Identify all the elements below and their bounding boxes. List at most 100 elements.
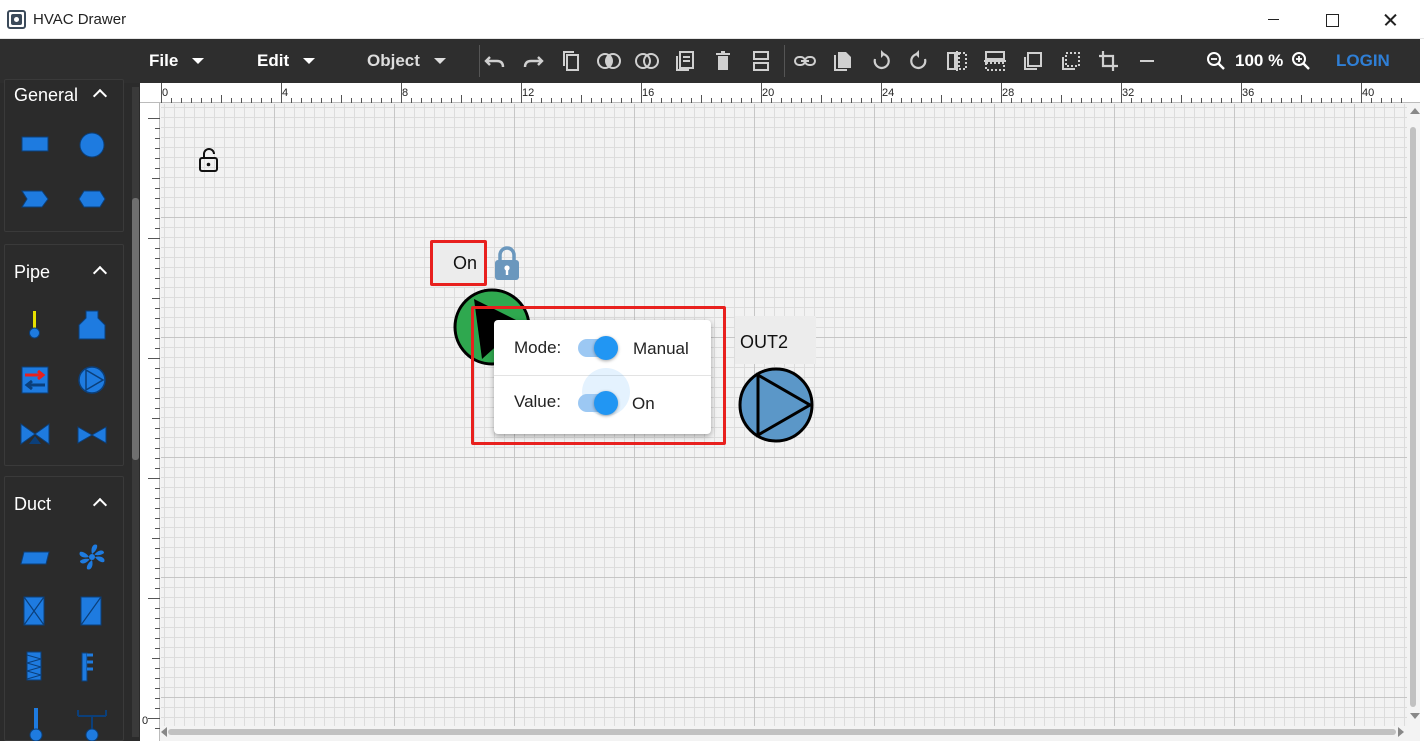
shape-library-sidebar: General Pipe Duct [0, 79, 140, 741]
duct-segment-icon[interactable] [20, 551, 50, 570]
heat-exchanger-icon[interactable] [21, 366, 49, 399]
send-back-icon[interactable] [1058, 49, 1084, 73]
menu-edit-label: Edit [257, 51, 290, 70]
locked-padlock-icon[interactable] [492, 244, 522, 287]
intersect-icon[interactable] [634, 49, 660, 73]
login-link[interactable]: LOGIN [1336, 39, 1390, 83]
ruler-label: 28 [1002, 87, 1015, 99]
pump-shape-icon[interactable] [77, 365, 107, 400]
ruler-label: 8 [402, 87, 409, 99]
chevron-up-icon[interactable] [92, 88, 108, 104]
menu-file[interactable]: File [149, 39, 205, 83]
chevron-down-icon [192, 58, 205, 64]
louver-shape-icon[interactable] [81, 652, 105, 687]
delete-icon[interactable] [710, 49, 736, 73]
toolbar-divider [479, 45, 480, 77]
scroll-left-arrow-icon[interactable] [161, 727, 167, 737]
undo-icon[interactable] [482, 49, 508, 73]
filter-shape-icon[interactable] [23, 596, 45, 631]
toolbar: File Edit Object 100 % LOGIN [0, 39, 1420, 83]
mode-value: Manual [633, 339, 689, 358]
sidebar-scrollbar-thumb[interactable] [132, 198, 139, 460]
valve-shape-icon[interactable] [20, 422, 50, 451]
panel-general: General [4, 79, 124, 232]
chevron-up-icon[interactable] [92, 497, 108, 513]
sensor-shape-icon[interactable] [27, 310, 43, 345]
ruler-label: 32 [1122, 87, 1135, 99]
value-row: Value: On [494, 368, 711, 432]
zoom-out-icon[interactable] [1203, 49, 1229, 73]
menu-edit[interactable]: Edit [257, 39, 316, 83]
app-logo-icon [7, 10, 26, 29]
duplicate-icon[interactable] [830, 49, 856, 73]
coil-shape-icon[interactable] [25, 651, 43, 686]
paste-icon[interactable] [672, 49, 698, 73]
union-icon[interactable] [596, 49, 622, 73]
maximize-button[interactable] [1303, 0, 1361, 39]
ruler-label: 12 [522, 87, 535, 99]
panel-general-title[interactable]: General [14, 85, 78, 106]
vertical-ruler: 0 [140, 103, 160, 741]
pump-control-popup: Mode: Manual Value: On [494, 320, 711, 434]
panel-pipe: Pipe [4, 244, 124, 466]
rectangle-shape-icon[interactable] [21, 136, 49, 157]
rotate-left-icon[interactable] [868, 49, 894, 73]
out2-label[interactable]: OUT2 [740, 332, 788, 353]
circle-shape-icon[interactable] [78, 131, 106, 164]
chevron-down-icon [433, 58, 446, 64]
octagon-shape-icon[interactable] [78, 190, 106, 213]
scroll-up-arrow-icon[interactable] [1410, 108, 1420, 114]
menu-object-label: Object [367, 51, 420, 70]
redo-icon[interactable] [520, 49, 546, 73]
rotate-right-icon[interactable] [906, 49, 932, 73]
panel-pipe-title[interactable]: Pipe [14, 262, 50, 283]
flip-vertical-icon[interactable] [982, 49, 1008, 73]
unlocked-padlock-icon[interactable] [198, 147, 220, 178]
chevron-shape-icon[interactable] [21, 190, 49, 213]
ruler-ticks [161, 83, 1402, 103]
crop-icon[interactable] [1096, 49, 1122, 73]
out2-pump-symbol[interactable] [737, 366, 817, 451]
app-window: HVAC Drawer File Edit Object 100 % LOGIN… [0, 0, 1424, 741]
diffuser-shape-icon[interactable] [77, 708, 107, 741]
align-icon[interactable] [748, 49, 774, 73]
scroll-down-arrow-icon[interactable] [1410, 713, 1420, 719]
damper-shape-icon[interactable] [80, 596, 102, 631]
ruler-label: 4 [282, 87, 289, 99]
drawing-canvas[interactable]: 0 4 8 12 16 20 24 28 32 36 40 0 On Mode:… [140, 83, 1420, 741]
ruler-label: 36 [1242, 87, 1255, 99]
zoom-level: 100 % [1235, 51, 1284, 70]
bring-front-icon[interactable] [1020, 49, 1046, 73]
duct-sensor-icon[interactable] [27, 707, 45, 741]
minimize-button[interactable] [1245, 0, 1303, 39]
value-value: On [632, 394, 655, 413]
menu-object[interactable]: Object [367, 39, 446, 83]
scroll-right-arrow-icon[interactable] [1398, 727, 1404, 737]
ruler-label: 24 [882, 87, 895, 99]
mode-label: Mode: [514, 338, 562, 357]
title-bar: HVAC Drawer [0, 0, 1424, 39]
fan-shape-icon[interactable] [76, 541, 108, 578]
copy-icon[interactable] [558, 49, 584, 73]
panel-duct-title[interactable]: Duct [14, 494, 51, 515]
zoom-in-icon[interactable] [1288, 49, 1314, 73]
value-toggle[interactable] [594, 391, 618, 415]
tank-shape-icon[interactable] [78, 310, 106, 345]
ruler-label: 0 [142, 715, 149, 727]
link-icon[interactable] [792, 49, 818, 73]
horizontal-ruler: 0 4 8 12 16 20 24 28 32 36 40 [140, 83, 1420, 103]
menu-file-label: File [149, 51, 179, 70]
ruler-label: 0 [162, 87, 169, 99]
butterfly-valve-icon[interactable] [77, 426, 107, 449]
ruler-label: 20 [762, 87, 775, 99]
vertical-scrollbar-thumb[interactable] [1410, 127, 1416, 707]
value-label: Value: [514, 392, 561, 411]
ruler-label: 16 [642, 87, 655, 99]
panel-duct: Duct [4, 476, 124, 741]
close-button[interactable] [1361, 0, 1419, 39]
mode-toggle[interactable] [594, 336, 618, 360]
flip-horizontal-icon[interactable] [944, 49, 970, 73]
horizontal-scrollbar-thumb[interactable] [168, 729, 1396, 735]
chevron-up-icon[interactable] [92, 265, 108, 281]
line-icon[interactable] [1134, 49, 1160, 73]
